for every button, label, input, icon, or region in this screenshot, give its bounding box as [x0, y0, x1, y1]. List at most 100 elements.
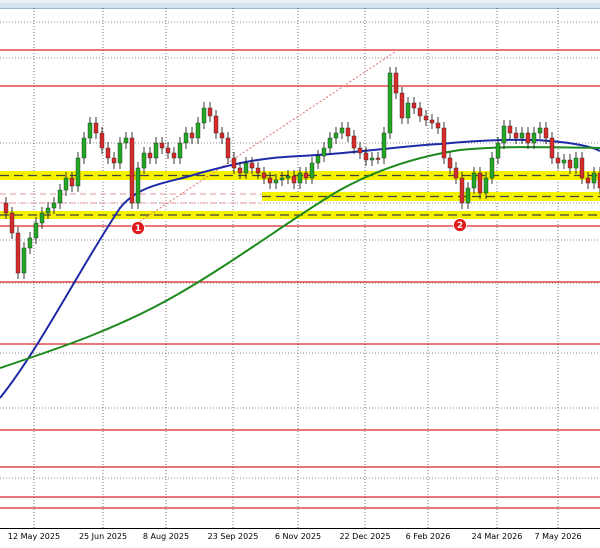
swing-marker: 1 [131, 221, 145, 235]
candle-body [159, 142, 165, 149]
candle-body [123, 137, 129, 144]
candle-body [573, 157, 579, 169]
candle-body [453, 167, 459, 179]
candle-body [183, 132, 189, 144]
candle-body [111, 157, 117, 164]
candle-body [57, 189, 63, 204]
candle-body [591, 172, 597, 184]
candle-body [447, 157, 453, 169]
candle-body [105, 147, 111, 159]
candle-body [315, 155, 321, 164]
candle-body [423, 115, 429, 121]
candle-body [171, 152, 177, 159]
x-tick-label: 24 Mar 2026 [471, 532, 523, 541]
candle-body [207, 107, 213, 117]
x-tick-label: 6 Feb 2026 [405, 532, 451, 541]
chart-canvas[interactable]: 12 [0, 8, 600, 528]
x-tick-label: 25 Jun 2025 [78, 532, 128, 541]
candle-body [477, 172, 483, 194]
candle-body [543, 127, 549, 139]
candle-body [189, 132, 195, 139]
candle-body [321, 147, 327, 157]
candle-body [81, 137, 87, 159]
candle-body [525, 132, 531, 144]
candle-body [243, 162, 249, 174]
candle-body [471, 172, 477, 189]
candle-body [147, 152, 153, 159]
candle-body [513, 132, 519, 139]
swing-marker-label: 1 [135, 224, 141, 234]
candle-body [537, 127, 543, 134]
candle-body [39, 212, 45, 224]
candle-body [279, 177, 285, 181]
candle-body [267, 177, 273, 184]
candle-body [33, 222, 39, 239]
candle-body [567, 159, 573, 169]
candle-body [363, 152, 369, 161]
swing-marker: 2 [453, 218, 467, 232]
price-chart[interactable]: 12 [0, 8, 600, 528]
candle-body [405, 102, 411, 119]
candle-body [141, 152, 147, 169]
candle-body [291, 175, 297, 184]
candle-body [273, 179, 279, 184]
candle-body [165, 147, 171, 154]
x-axis: 12 May 2025 25 Jun 2025 8 Aug 2025 23 Se… [0, 528, 600, 548]
x-tick-label: 6 Nov 2025 [274, 532, 322, 541]
candle-body [261, 172, 267, 179]
candle-body [99, 132, 105, 149]
candle-body [93, 122, 99, 134]
candle-body [201, 107, 207, 124]
candle-body [459, 177, 465, 204]
candle-body [393, 72, 399, 94]
candle-body [195, 122, 201, 139]
candle-body [231, 157, 237, 169]
candle-body [255, 167, 261, 174]
candle-body [507, 125, 513, 134]
candle-body [249, 162, 255, 169]
candle-body [561, 159, 567, 164]
candle-body [483, 177, 489, 194]
candle-body [225, 137, 231, 159]
candle-body [531, 132, 537, 144]
candle-body [15, 232, 21, 274]
candle-body [237, 167, 243, 174]
candle-body [3, 202, 9, 214]
candle-body [489, 157, 495, 179]
candle-body [429, 119, 435, 124]
candle-body [285, 175, 291, 179]
candle-body [387, 72, 393, 134]
candle-body [153, 142, 159, 159]
candle-body [333, 132, 339, 139]
candle-body [519, 132, 525, 139]
candle-body [63, 177, 69, 191]
candle-body [87, 122, 93, 139]
x-tick-label: 7 May 2026 [534, 532, 582, 541]
candle-body [27, 237, 33, 249]
x-tick-label: 8 Aug 2025 [142, 532, 190, 541]
candle-body [585, 177, 591, 184]
candle-body [381, 132, 387, 159]
candle-body [375, 157, 381, 160]
candle-body [399, 92, 405, 119]
candle-body [303, 172, 309, 179]
candle-body [351, 135, 357, 149]
candle-body [357, 147, 363, 154]
candle-body [309, 162, 315, 179]
candle-body [369, 157, 375, 161]
swing-marker-label: 2 [457, 221, 463, 231]
candle-body [21, 247, 27, 274]
candle-body [465, 187, 471, 204]
x-tick-label: 12 May 2025 [7, 532, 61, 541]
candle-body [579, 157, 585, 179]
chart-window: 12 12 May 2025 25 Jun 2025 8 Aug 2025 23… [0, 0, 600, 548]
candle-body [339, 127, 345, 134]
candle-body [441, 127, 447, 159]
candle-body [549, 137, 555, 159]
candle-body [219, 132, 225, 139]
candle-body [135, 167, 141, 204]
candle-body [213, 115, 219, 134]
candle-body [297, 172, 303, 184]
candle-body [117, 142, 123, 164]
x-tick-label: 22 Dec 2025 [339, 532, 391, 541]
